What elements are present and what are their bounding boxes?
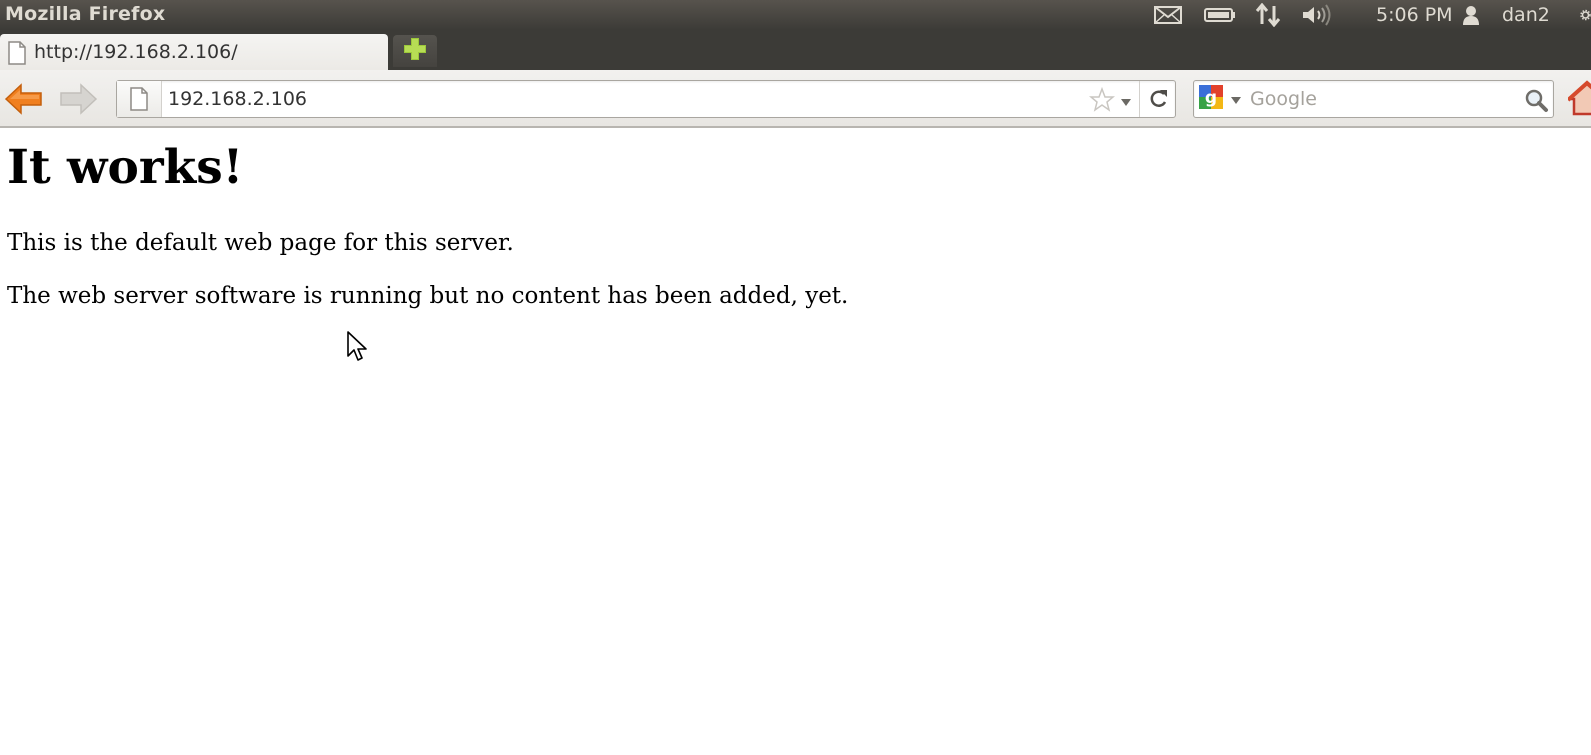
site-identity-icon[interactable] [117,81,162,117]
chevron-down-icon [1230,90,1242,109]
user-icon[interactable] [1460,3,1482,27]
home-icon [1568,80,1591,116]
bookmark-star-icon[interactable] [1088,86,1116,113]
system-top-bar: Mozilla Firefox 5:06 PM dan2 [0,0,1591,30]
forward-button[interactable] [58,82,98,116]
paragraph-no-content: The web server software is running but n… [7,283,849,309]
new-tab-button[interactable] [393,35,437,67]
tab-label: http://192.168.2.106/ [34,41,238,63]
url-text[interactable]: 192.168.2.106 [168,88,307,110]
reload-button[interactable] [1139,81,1176,117]
chevron-down-icon[interactable] [1119,93,1133,106]
network-icon[interactable] [1254,3,1282,27]
page-icon [7,41,27,69]
volume-icon[interactable] [1300,3,1336,27]
mail-icon[interactable] [1152,3,1184,27]
paragraph-default-page: This is the default web page for this se… [7,230,514,256]
forward-arrow-icon [60,83,98,115]
navigation-toolbar: 192.168.2.106 g Google [0,70,1591,128]
search-input[interactable] [1250,85,1510,113]
clock[interactable]: 5:06 PM [1376,4,1453,26]
search-icon[interactable] [1523,87,1549,113]
page-heading: It works! [7,140,244,195]
back-button[interactable] [4,82,44,116]
battery-icon[interactable] [1203,3,1237,27]
username[interactable]: dan2 [1502,4,1550,26]
tab-active[interactable]: http://192.168.2.106/ [0,34,388,70]
plus-icon [403,37,427,65]
tab-strip: http://192.168.2.106/ [0,30,1591,70]
page-content: It works! This is the default web page f… [0,128,1591,755]
window-title: Mozilla Firefox [5,3,166,25]
svg-text:g: g [1205,88,1217,108]
home-button[interactable] [1568,80,1591,118]
back-arrow-icon [4,83,42,115]
search-bar[interactable]: g [1193,80,1554,118]
gear-icon[interactable] [1580,3,1591,27]
google-icon: g [1198,84,1224,114]
search-engine-button[interactable]: g [1198,84,1244,114]
url-bar[interactable]: 192.168.2.106 [116,80,1176,118]
reload-icon [1150,90,1167,107]
